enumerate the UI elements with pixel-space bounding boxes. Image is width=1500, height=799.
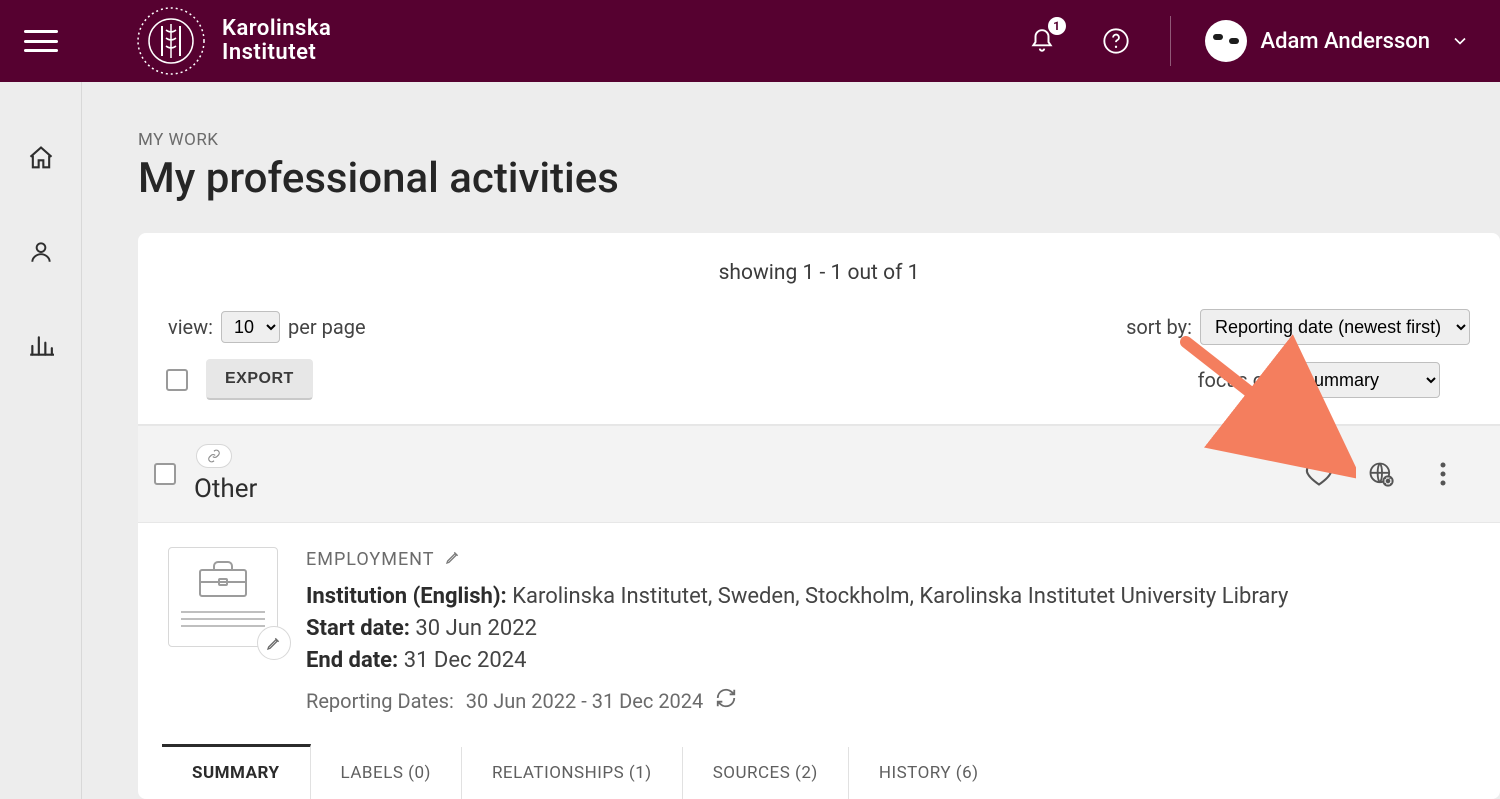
per-page-select[interactable]: 10 — [221, 311, 280, 343]
result-count: showing 1 - 1 out of 1 — [138, 261, 1500, 285]
activity-title: Other — [194, 474, 257, 504]
card-tabs: SUMMARY LABELS (0) RELATIONSHIPS (1) SOU… — [162, 747, 1500, 799]
card-body: EMPLOYMENT Institution (English): Karoli… — [138, 523, 1500, 717]
view-per-page: view: 10 per page — [168, 311, 366, 343]
export-row: EXPORT focus on: summary — [138, 359, 1500, 424]
activity-details: EMPLOYMENT Institution (English): Karoli… — [306, 547, 1288, 717]
notifications-button[interactable]: 1 — [1022, 21, 1062, 61]
nav-home[interactable] — [21, 138, 61, 178]
global-header: Karolinska Institutet 1 Adam Andersson — [0, 0, 1500, 82]
tab-relationships[interactable]: RELATIONSHIPS (1) — [462, 747, 683, 799]
sort-select[interactable]: Reporting date (newest first) — [1200, 309, 1470, 345]
institution-value: Karolinska Institutet, Sweden, Stockholm… — [512, 584, 1288, 609]
page-title: My professional activities — [138, 154, 1500, 203]
breadcrumb: MY WORK — [138, 130, 1500, 150]
org-name-line2: Institutet — [222, 41, 331, 65]
bar-chart-icon — [28, 333, 54, 359]
home-icon — [27, 144, 55, 172]
visibility-button[interactable] — [1364, 457, 1398, 491]
list-controls: view: 10 per page sort by: Reporting dat… — [138, 309, 1500, 359]
hamburger-icon — [24, 30, 58, 52]
start-date-label: Start date: — [306, 616, 410, 641]
globe-gear-icon — [1367, 460, 1395, 488]
favorite-button[interactable] — [1302, 457, 1336, 491]
focus-label: focus on: — [1198, 368, 1280, 392]
tab-labels[interactable]: LABELS (0) — [311, 747, 462, 799]
user-menu[interactable]: Adam Andersson — [1205, 20, 1470, 62]
export-button[interactable]: EXPORT — [206, 359, 313, 400]
divider — [1170, 16, 1171, 66]
help-icon — [1102, 27, 1130, 55]
activity-thumbnail — [168, 547, 278, 647]
pencil-icon — [266, 635, 282, 651]
institution-label: Institution (English): — [306, 584, 507, 609]
focus-select[interactable]: summary — [1290, 362, 1440, 398]
reporting-dates-label: Reporting Dates: — [306, 687, 454, 716]
person-icon — [28, 239, 54, 265]
username: Adam Andersson — [1261, 29, 1430, 54]
view-label: view: — [168, 315, 213, 339]
help-button[interactable] — [1096, 21, 1136, 61]
org-logo[interactable]: Karolinska Institutet — [134, 4, 331, 78]
main-content: MY WORK My professional activities showi… — [82, 82, 1500, 799]
tab-sources[interactable]: SOURCES (2) — [683, 747, 849, 799]
org-seal-icon — [134, 4, 208, 78]
edit-type-button[interactable] — [445, 547, 461, 573]
select-all-checkbox[interactable] — [166, 369, 188, 391]
chevron-down-icon — [1450, 31, 1470, 51]
per-page-suffix: per page — [288, 315, 366, 339]
activity-card: Other — [138, 424, 1500, 799]
notification-badge: 1 — [1048, 17, 1066, 35]
reporting-dates-value: 30 Jun 2022 - 31 Dec 2024 — [466, 687, 703, 716]
end-date-value: 31 Dec 2024 — [404, 648, 527, 673]
tab-summary[interactable]: SUMMARY — [162, 744, 311, 799]
nav-reports[interactable] — [21, 326, 61, 366]
more-actions-button[interactable] — [1426, 457, 1460, 491]
briefcase-icon — [196, 560, 250, 600]
focus-on: focus on: summary — [1198, 362, 1470, 398]
card-actions — [1302, 457, 1470, 491]
sort-by: sort by: Reporting date (newest first) — [1126, 309, 1470, 345]
nav-profile[interactable] — [21, 232, 61, 272]
activity-type: EMPLOYMENT — [306, 547, 435, 573]
start-date-value: 30 Jun 2022 — [415, 616, 537, 641]
edit-thumbnail-button[interactable] — [257, 626, 291, 660]
pencil-icon — [445, 549, 461, 565]
tab-history[interactable]: HISTORY (6) — [849, 747, 1009, 799]
org-name-line1: Karolinska — [222, 17, 331, 41]
header-actions: 1 Adam Andersson — [1022, 0, 1500, 82]
kebab-icon — [1439, 461, 1447, 487]
avatar — [1205, 20, 1247, 62]
org-name: Karolinska Institutet — [222, 17, 331, 65]
sort-label: sort by: — [1126, 315, 1192, 339]
refresh-icon — [715, 687, 737, 709]
card-header: Other — [138, 425, 1500, 523]
refresh-reporting-button[interactable] — [715, 687, 737, 717]
side-nav — [0, 82, 82, 799]
heart-icon — [1305, 460, 1333, 488]
menu-toggle[interactable] — [0, 30, 82, 52]
select-row-checkbox[interactable] — [154, 463, 176, 485]
activities-panel: showing 1 - 1 out of 1 view: 10 per page… — [138, 233, 1500, 799]
end-date-label: End date: — [306, 648, 398, 673]
link-icon — [205, 449, 223, 463]
linked-indicator[interactable] — [196, 444, 232, 468]
